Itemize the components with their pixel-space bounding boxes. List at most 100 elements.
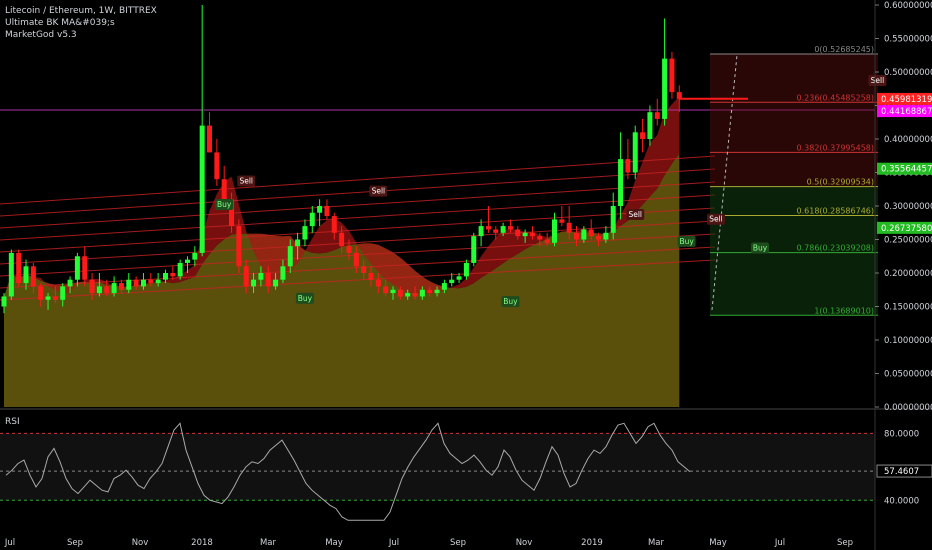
candle-body[interactable]: [16, 252, 22, 284]
candle-body[interactable]: [96, 286, 102, 294]
candle-body[interactable]: [640, 132, 646, 139]
candle-body[interactable]: [8, 252, 14, 297]
candle-body[interactable]: [192, 252, 198, 260]
candle-body[interactable]: [507, 226, 513, 230]
candle-body[interactable]: [148, 279, 154, 284]
candle-body[interactable]: [309, 212, 315, 227]
candle-body[interactable]: [45, 296, 51, 300]
candle-body[interactable]: [559, 219, 565, 223]
time-axis-label: May: [709, 538, 727, 548]
candle-body[interactable]: [118, 283, 124, 290]
candle-body[interactable]: [177, 262, 183, 277]
candle-body[interactable]: [669, 58, 675, 93]
candle-body[interactable]: [471, 236, 477, 263]
candle-body[interactable]: [287, 246, 293, 267]
candle-body[interactable]: [126, 279, 132, 290]
candle-body[interactable]: [618, 159, 624, 206]
candle-body[interactable]: [280, 266, 286, 280]
candle-body[interactable]: [632, 132, 638, 173]
candle-body[interactable]: [368, 273, 374, 280]
candle-body[interactable]: [346, 246, 352, 253]
candle-body[interactable]: [162, 273, 168, 280]
candle-body[interactable]: [104, 286, 110, 294]
trading-chart[interactable]: 0(0.52685245) 0.236(0.45485258) 0.382(0.37…: [0, 0, 932, 550]
candle-body[interactable]: [449, 279, 455, 284]
candle-body[interactable]: [214, 152, 220, 180]
candle-body[interactable]: [596, 236, 602, 240]
candle-body[interactable]: [207, 125, 213, 153]
candle-body[interactable]: [155, 279, 161, 284]
indicator-label-2[interactable]: MarketGod v5.3: [5, 29, 157, 41]
candle-body[interactable]: [331, 216, 337, 233]
candle-body[interactable]: [23, 266, 29, 284]
candle-body[interactable]: [456, 276, 462, 280]
candle-body[interactable]: [478, 226, 484, 237]
candle-body[interactable]: [221, 179, 227, 200]
candle-body[interactable]: [581, 229, 587, 240]
candle-body[interactable]: [397, 289, 403, 297]
candle-body[interactable]: [390, 289, 396, 294]
candle-body[interactable]: [647, 112, 653, 139]
candle-body[interactable]: [515, 229, 521, 237]
candle-body[interactable]: [89, 279, 95, 294]
candle-body[interactable]: [537, 236, 543, 240]
candle-body[interactable]: [552, 219, 557, 243]
candle-body[interactable]: [493, 229, 499, 233]
candle-body[interactable]: [273, 279, 279, 287]
candle-body[interactable]: [588, 229, 594, 237]
candle-body[interactable]: [1, 296, 7, 307]
candle-body[interactable]: [324, 206, 330, 217]
candle-body[interactable]: [317, 206, 323, 213]
candle-body[interactable]: [375, 279, 381, 287]
candle-body[interactable]: [82, 256, 88, 280]
candle-body[interactable]: [434, 289, 440, 294]
candle-body[interactable]: [441, 283, 447, 290]
candle-body[interactable]: [243, 266, 249, 287]
candle-body[interactable]: [544, 239, 550, 243]
candle-body[interactable]: [353, 252, 359, 267]
candle-body[interactable]: [60, 286, 66, 300]
candle-body[interactable]: [522, 232, 528, 237]
candle-body[interactable]: [463, 262, 469, 277]
candle-body[interactable]: [295, 239, 301, 247]
candle-body[interactable]: [610, 206, 616, 233]
symbol-title[interactable]: Litecoin / Ethereum, 1W, BITTREX: [5, 5, 157, 17]
indicator-label-1[interactable]: Ultimate BK MA&#039;s: [5, 17, 157, 29]
candle-body[interactable]: [111, 283, 117, 294]
candle-body[interactable]: [625, 159, 631, 173]
candle-body[interactable]: [574, 232, 580, 240]
candle-body[interactable]: [529, 232, 535, 237]
candle-body[interactable]: [339, 232, 345, 247]
candle-body[interactable]: [170, 273, 176, 277]
candle-body[interactable]: [654, 112, 660, 119]
candle-body[interactable]: [30, 266, 36, 287]
candle-body[interactable]: [67, 279, 73, 287]
candle-body[interactable]: [199, 125, 205, 253]
sell-signal-label: Sell: [871, 76, 885, 85]
candle-body[interactable]: [251, 279, 257, 287]
candle-body[interactable]: [566, 222, 572, 233]
candle-body[interactable]: [133, 279, 139, 287]
candle-body[interactable]: [405, 293, 411, 297]
candle-body[interactable]: [258, 273, 264, 280]
candle-body[interactable]: [427, 289, 433, 294]
candle-body[interactable]: [662, 58, 668, 119]
candle-body[interactable]: [485, 226, 491, 230]
candle-body[interactable]: [603, 232, 609, 240]
candle-body[interactable]: [140, 279, 146, 287]
candle-body[interactable]: [74, 256, 80, 280]
candle-body[interactable]: [185, 259, 190, 263]
candle-body[interactable]: [676, 92, 682, 99]
candle-body[interactable]: [500, 226, 506, 233]
candle-body[interactable]: [383, 286, 389, 294]
candle-body[interactable]: [236, 226, 242, 267]
fib-level-label: 0.5(0.32909534): [807, 178, 874, 187]
candle-body[interactable]: [52, 296, 58, 300]
candle-body[interactable]: [302, 226, 308, 240]
candle-body[interactable]: [38, 286, 44, 300]
candle-body[interactable]: [361, 266, 367, 273]
candle-body[interactable]: [412, 293, 418, 297]
candle-body[interactable]: [265, 273, 271, 287]
candle-body[interactable]: [419, 289, 425, 297]
fibonacci-retracement[interactable]: 0(0.52685245) 0.236(0.45485258) 0.382(0.37…: [710, 45, 878, 316]
